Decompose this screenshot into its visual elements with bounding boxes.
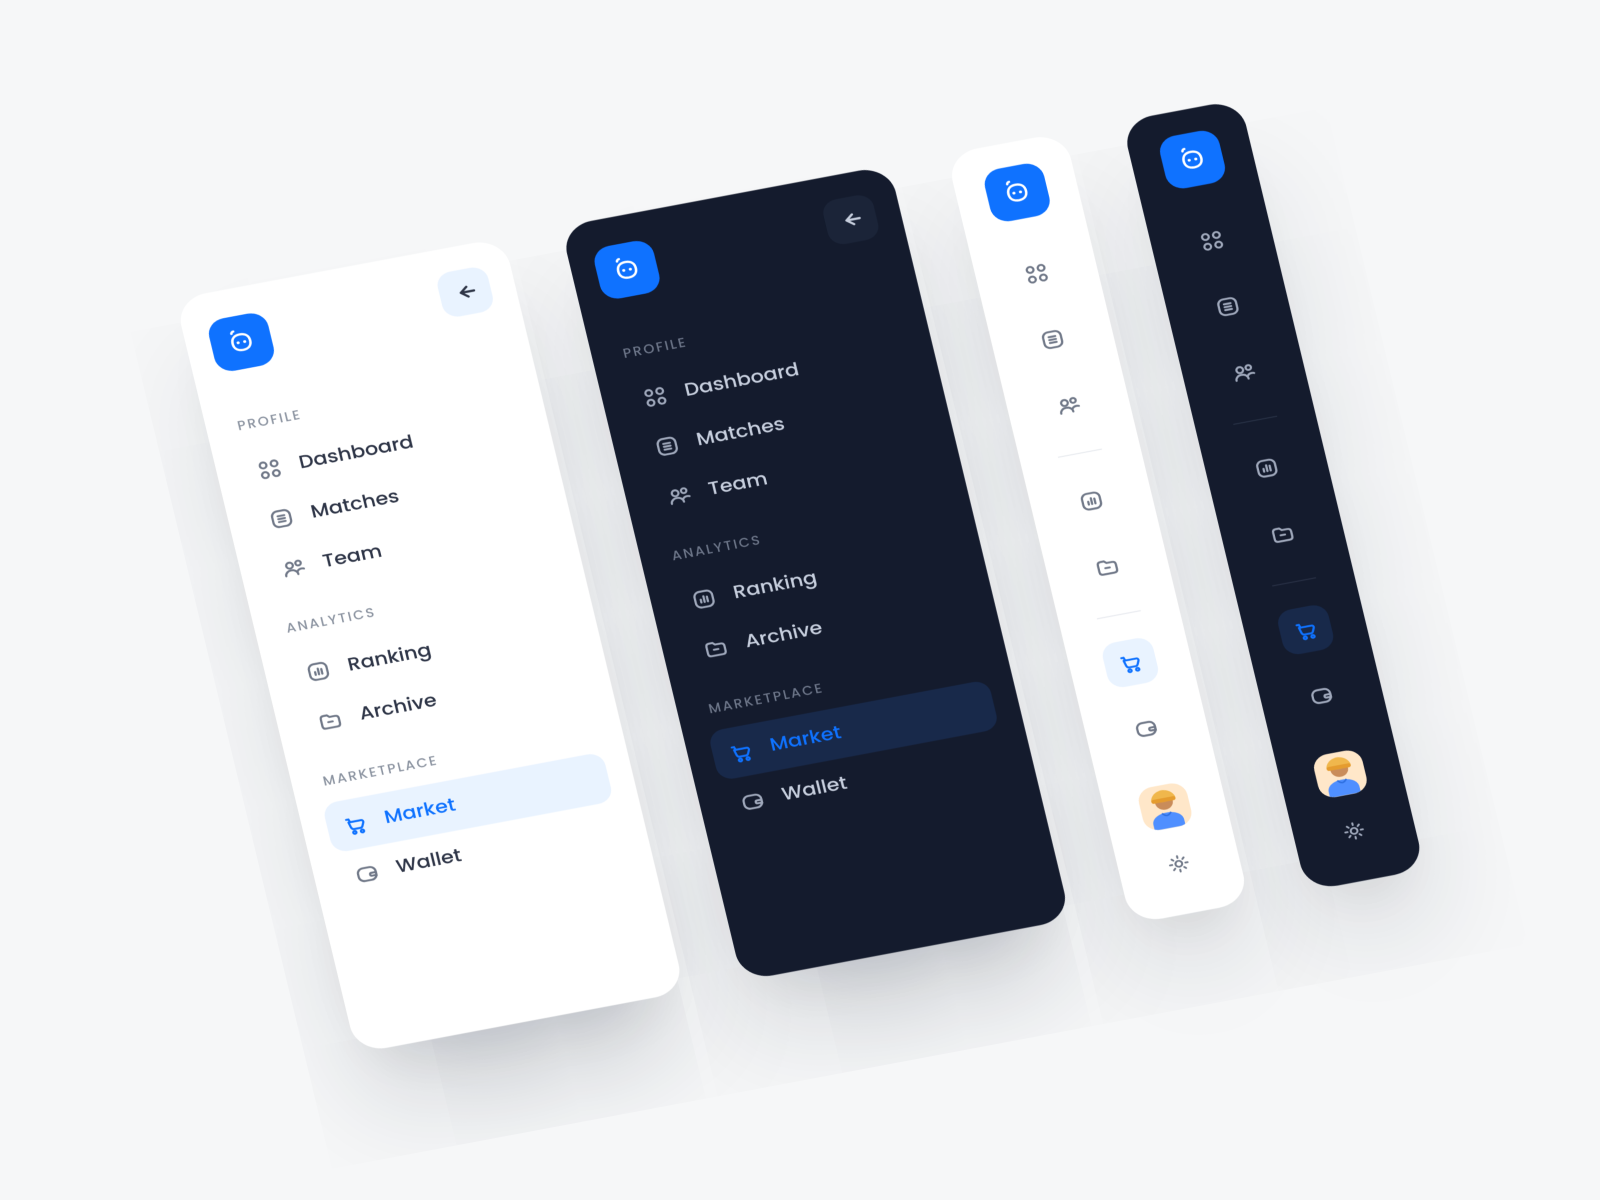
chart-icon <box>689 586 718 612</box>
avatar-icon <box>1136 781 1194 833</box>
gear-icon <box>1164 851 1193 877</box>
nav-team[interactable] <box>1038 378 1099 432</box>
grid-icon <box>255 456 284 482</box>
divider <box>1233 416 1277 425</box>
nav-dashboard[interactable] <box>1006 247 1067 301</box>
cart-icon <box>1291 617 1320 643</box>
nav-dashboard[interactable] <box>1181 214 1242 268</box>
nav-ranking[interactable] <box>1061 474 1122 528</box>
nav-label: Dashboard <box>296 429 416 477</box>
grid-icon <box>641 384 670 410</box>
nav-matches[interactable] <box>1022 313 1083 367</box>
nav-label: Matches <box>308 483 402 526</box>
nav-team[interactable] <box>1213 345 1274 399</box>
nav-label: Team <box>705 465 770 502</box>
nav-label: Ranking <box>345 637 434 679</box>
divider <box>1058 449 1102 458</box>
nav-market[interactable] <box>1275 603 1336 657</box>
nav-label: Ranking <box>730 564 819 606</box>
collapse-button[interactable] <box>435 265 496 319</box>
avatar[interactable] <box>1311 748 1369 800</box>
nav-market[interactable] <box>1100 636 1161 690</box>
nav-ranking[interactable] <box>1236 441 1297 495</box>
app-logo[interactable] <box>591 238 663 301</box>
gamepad-logo-icon <box>997 175 1037 210</box>
settings-button[interactable] <box>1148 837 1209 891</box>
avatar[interactable] <box>1136 781 1194 833</box>
gamepad-logo-icon <box>607 252 647 287</box>
list-icon <box>267 505 296 531</box>
list-icon <box>652 433 681 459</box>
cart-icon <box>1116 650 1145 676</box>
users-icon <box>279 555 308 581</box>
gear-icon <box>1339 818 1368 844</box>
folder-icon <box>316 707 345 733</box>
nav-label: Matches <box>694 411 788 454</box>
grid-icon <box>1022 261 1051 287</box>
wallet-icon <box>1132 715 1161 741</box>
app-logo[interactable] <box>206 310 278 373</box>
users-icon <box>1054 392 1083 418</box>
wallet-icon <box>352 860 381 886</box>
nav-label: Archive <box>357 687 440 728</box>
nav-archive[interactable] <box>1252 507 1313 561</box>
wallet-icon <box>1307 683 1336 709</box>
app-logo[interactable] <box>1157 128 1229 191</box>
nav-label: Market <box>381 792 458 831</box>
gamepad-logo-icon <box>1173 142 1213 177</box>
divider <box>1272 577 1316 586</box>
folder-icon <box>1268 521 1297 547</box>
app-logo[interactable] <box>981 161 1053 224</box>
nav-label: Archive <box>742 615 825 656</box>
nav-matches[interactable] <box>1197 280 1258 334</box>
divider <box>1097 610 1141 619</box>
cart-icon <box>340 811 369 837</box>
settings-button[interactable] <box>1324 804 1385 858</box>
nav-label: Wallet <box>393 842 464 880</box>
nav-label: Market <box>767 720 844 759</box>
nav-label: Wallet <box>779 770 850 808</box>
grid-icon <box>1197 228 1226 254</box>
folder-icon <box>701 635 730 661</box>
arrow-left-icon <box>451 279 480 305</box>
list-icon <box>1038 327 1067 353</box>
arrow-left-icon <box>836 207 865 233</box>
nav-archive[interactable] <box>1077 540 1138 594</box>
chart-icon <box>1252 455 1281 481</box>
wallet-icon <box>738 788 767 814</box>
collapse-button[interactable] <box>820 193 881 247</box>
users-icon <box>664 482 693 508</box>
avatar-icon <box>1311 748 1369 800</box>
nav-label: Team <box>320 538 385 575</box>
list-icon <box>1213 294 1242 320</box>
folder-icon <box>1093 554 1122 580</box>
chart-icon <box>304 658 333 684</box>
gamepad-logo-icon <box>221 325 261 360</box>
users-icon <box>1229 360 1258 386</box>
chart-icon <box>1077 488 1106 514</box>
cart-icon <box>726 739 755 765</box>
nav-label: Dashboard <box>682 356 802 404</box>
